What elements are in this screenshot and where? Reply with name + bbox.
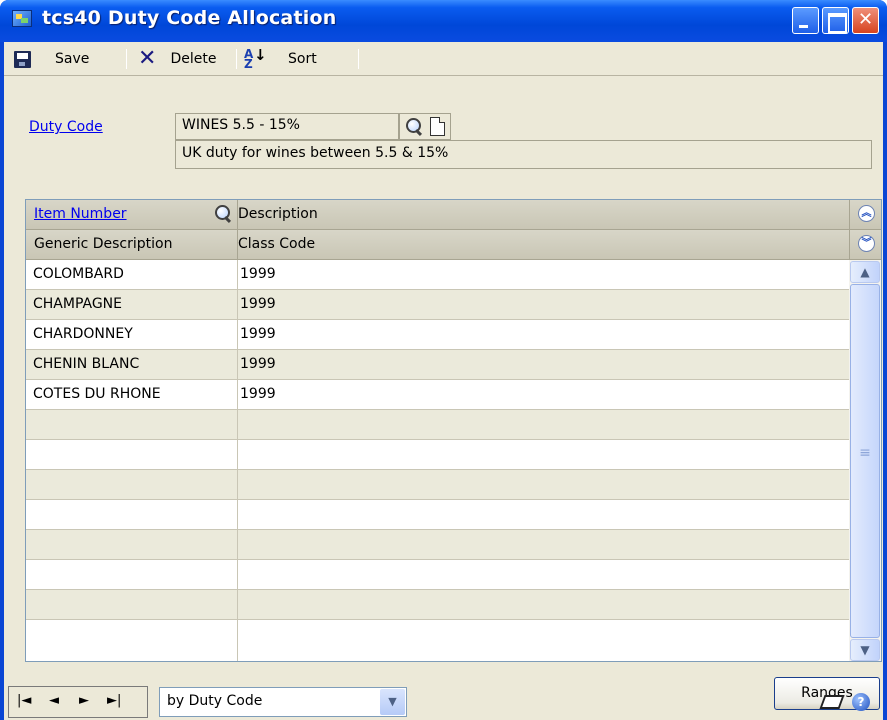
duty-code-buttons xyxy=(399,113,451,140)
table-row[interactable] xyxy=(26,470,849,500)
table-row[interactable] xyxy=(26,500,849,530)
column-divider xyxy=(237,290,238,320)
scroll-thumb[interactable] xyxy=(850,284,880,638)
chevron-down-icon: ︾ xyxy=(858,235,875,252)
new-document-icon[interactable] xyxy=(430,117,445,136)
column-divider xyxy=(237,440,238,470)
maximize-button[interactable] xyxy=(822,7,849,34)
last-record-icon[interactable]: ►| xyxy=(107,693,121,708)
column-divider xyxy=(237,560,238,590)
duty-code-link[interactable]: Duty Code xyxy=(29,119,103,135)
class-code-cell: 1999 xyxy=(240,386,276,402)
item-grid: Item Number Description ︽ Generic Descri… xyxy=(25,199,882,662)
table-row[interactable]: CHENIN BLANC 1999 xyxy=(26,350,849,380)
previous-record-icon[interactable]: ◄ xyxy=(49,693,59,708)
item-lookup-icon[interactable] xyxy=(212,203,234,225)
class-code-cell: 1999 xyxy=(240,296,276,312)
app-icon xyxy=(12,10,32,27)
save-icon xyxy=(14,50,31,68)
chevron-up-icon: ︽ xyxy=(858,205,875,222)
sort-order-value: by Duty Code xyxy=(167,693,263,709)
generic-description-header: Generic Description xyxy=(34,236,173,252)
save-button[interactable]: Save xyxy=(14,42,89,76)
expand-rows-button[interactable]: ︾ xyxy=(849,230,881,260)
class-code-header: Class Code xyxy=(238,236,316,252)
sort-label: Sort xyxy=(288,51,317,67)
table-row[interactable]: CHARDONNEY 1999 xyxy=(26,320,849,350)
duty-code-field[interactable]: WINES 5.5 - 15% xyxy=(175,113,399,140)
column-divider xyxy=(237,410,238,440)
class-code-cell: 1999 xyxy=(240,356,276,372)
item-number-header[interactable]: Item Number xyxy=(34,206,127,222)
table-row[interactable] xyxy=(26,440,849,470)
first-record-icon[interactable]: |◄ xyxy=(17,693,31,708)
sort-button[interactable]: A Z ↓ Sort xyxy=(244,42,317,76)
scroll-up-button[interactable]: ▲ xyxy=(850,261,880,283)
class-code-cell: 1999 xyxy=(240,326,276,342)
generic-description-cell: CHARDONNEY xyxy=(33,326,133,342)
table-row[interactable] xyxy=(26,620,849,661)
class-code-cell: 1999 xyxy=(240,266,276,282)
column-divider xyxy=(237,320,238,350)
column-divider xyxy=(237,350,238,380)
toolbar-separator xyxy=(358,49,359,69)
generic-description-cell: CHAMPAGNE xyxy=(33,296,123,312)
grid-vertical-scrollbar[interactable]: ▲ ▼ xyxy=(849,260,881,661)
delete-icon: ✕ xyxy=(138,46,157,71)
generic-description-cell: COTES DU RHONE xyxy=(33,386,161,402)
table-row[interactable]: COTES DU RHONE 1999 xyxy=(26,380,849,410)
column-divider xyxy=(237,590,238,620)
column-divider xyxy=(237,620,238,661)
table-row[interactable] xyxy=(26,530,849,560)
grid-header-row1: Item Number Description xyxy=(26,200,849,230)
table-row[interactable] xyxy=(26,560,849,590)
toolbar-separator xyxy=(236,49,237,69)
sort-order-select[interactable]: by Duty Code ▼ xyxy=(159,687,407,717)
table-row[interactable]: COLOMBARD 1999 xyxy=(26,260,849,290)
generic-description-cell: COLOMBARD xyxy=(33,266,124,282)
next-record-icon[interactable]: ► xyxy=(79,693,89,708)
description-header: Description xyxy=(238,206,318,222)
column-divider xyxy=(237,530,238,560)
toolbar: Save ✕ Delete A Z ↓ Sort xyxy=(4,42,883,76)
toolbar-separator xyxy=(126,49,127,69)
chevron-down-icon[interactable]: ▼ xyxy=(380,689,405,715)
delete-button[interactable]: ✕ Delete xyxy=(138,42,216,76)
duty-description-field: UK duty for wines between 5.5 & 15% xyxy=(175,140,872,169)
table-row[interactable] xyxy=(26,410,849,440)
window-title: tcs40 Duty Code Allocation xyxy=(42,7,337,29)
table-row[interactable] xyxy=(26,590,849,620)
delete-label: Delete xyxy=(170,51,217,67)
save-label: Save xyxy=(55,51,90,67)
scroll-down-button[interactable]: ▼ xyxy=(850,639,880,661)
lookup-icon[interactable] xyxy=(403,116,425,138)
window-client: Save ✕ Delete A Z ↓ Sort Duty Code WINES 5… xyxy=(4,42,883,720)
help-icon[interactable]: ? xyxy=(852,693,870,711)
column-divider xyxy=(237,260,238,290)
column-divider xyxy=(237,380,238,410)
column-divider xyxy=(237,500,238,530)
app-window: tcs40 Duty Code Allocation ✕ Save ✕ Dele… xyxy=(0,0,887,720)
sort-icon: A Z ↓ xyxy=(244,46,267,71)
minimize-button[interactable] xyxy=(792,7,819,34)
table-row[interactable]: CHAMPAGNE 1999 xyxy=(26,290,849,320)
record-navigation: |◄ ◄ ► ►| xyxy=(8,686,148,718)
title-bar[interactable]: tcs40 Duty Code Allocation ✕ xyxy=(0,0,887,42)
column-divider xyxy=(237,470,238,500)
collapse-rows-button[interactable]: ︽ xyxy=(849,200,881,230)
generic-description-cell: CHENIN BLANC xyxy=(33,356,140,372)
close-icon: ✕ xyxy=(857,9,874,30)
grid-header-row2: Generic Description Class Code xyxy=(26,230,849,260)
close-button[interactable]: ✕ xyxy=(852,7,879,34)
